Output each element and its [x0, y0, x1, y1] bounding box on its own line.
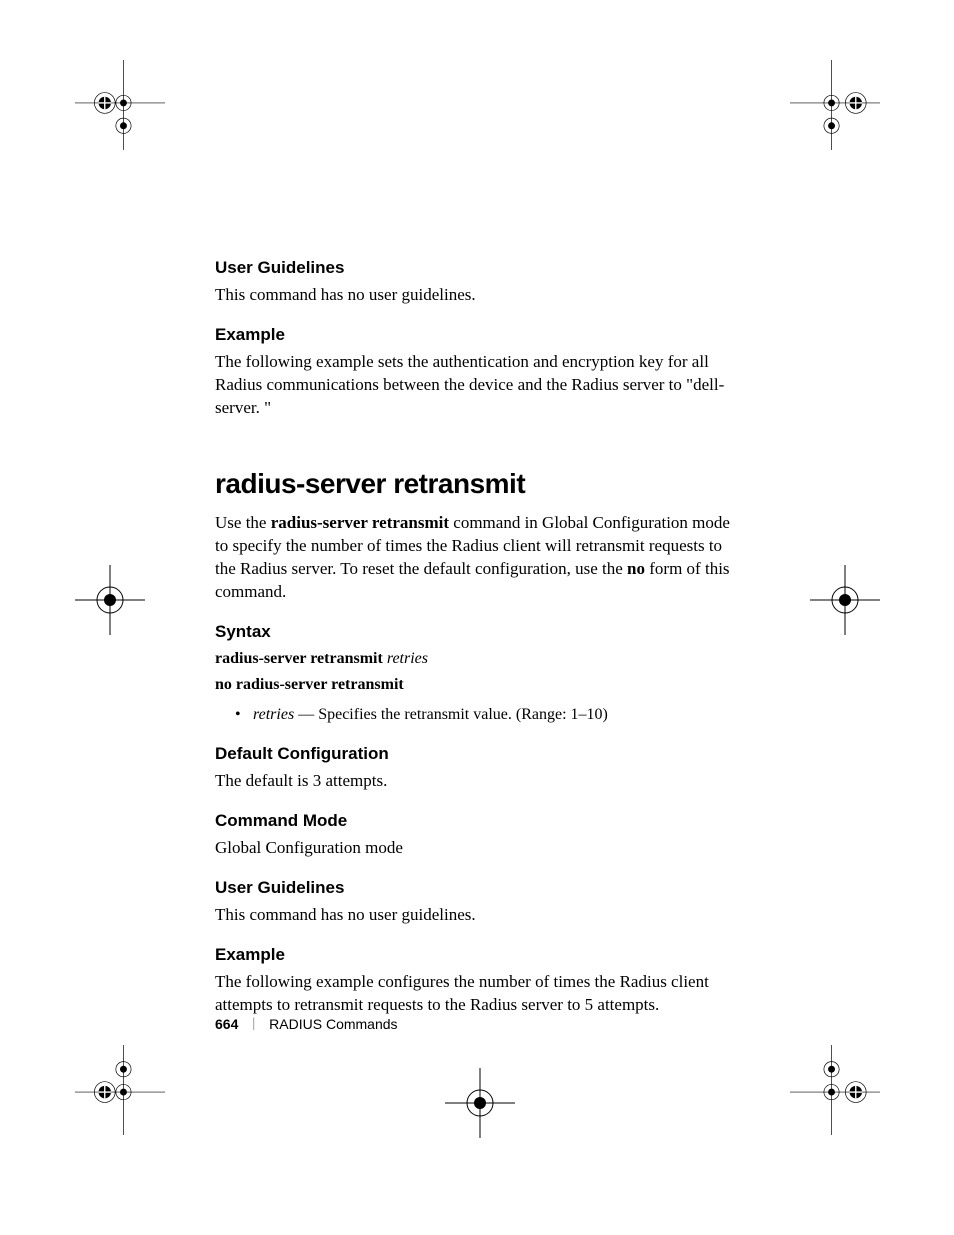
text-user-guidelines-1: This command has no user guidelines. [215, 284, 735, 307]
regmark-top-left [75, 60, 165, 150]
text-user-guidelines-2: This command has no user guidelines. [215, 904, 735, 927]
heading-user-guidelines-1: User Guidelines [215, 258, 735, 278]
heading-syntax: Syntax [215, 622, 735, 642]
intro-command: radius-server retransmit [271, 513, 449, 532]
text-example-2: The following example configures the num… [215, 971, 735, 1017]
heading-user-guidelines-2: User Guidelines [215, 878, 735, 898]
text-default-config: The default is 3 attempts. [215, 770, 735, 793]
regmark-bottom-center [445, 1068, 515, 1138]
regmark-bottom-left [75, 1045, 165, 1135]
regmark-mid-left [75, 565, 145, 635]
heading-example-2: Example [215, 945, 735, 965]
page-footer: 664 | RADIUS Commands [215, 1016, 398, 1032]
syntax-line-2: no radius-server retransmit [215, 674, 735, 696]
footer-section-label: RADIUS Commands [269, 1016, 397, 1032]
regmark-mid-right [810, 565, 880, 635]
syntax-line-1: radius-server retransmit retries [215, 648, 735, 670]
intro-part1: Use the [215, 513, 271, 532]
syntax1-cmd: radius-server retransmit [215, 650, 387, 667]
intro-no: no [627, 559, 645, 578]
regmark-bottom-right [790, 1045, 880, 1135]
text-example-1: The following example sets the authentic… [215, 351, 735, 420]
footer-separator: | [252, 1016, 255, 1032]
page-number: 664 [215, 1016, 238, 1032]
heading-default-config: Default Configuration [215, 744, 735, 764]
syntax1-arg: retries [387, 650, 428, 667]
heading-command-mode: Command Mode [215, 811, 735, 831]
heading-example-1: Example [215, 325, 735, 345]
intro-paragraph: Use the radius-server retransmit command… [215, 512, 735, 604]
regmark-top-right [790, 60, 880, 150]
syntax-bullet: • retries — Specifies the retransmit val… [215, 704, 735, 726]
command-title: radius-server retransmit [215, 468, 735, 500]
bullet-arg: retries [253, 706, 298, 723]
text-command-mode: Global Configuration mode [215, 837, 735, 860]
page-content: User Guidelines This command has no user… [215, 258, 735, 1017]
bullet-desc: — Specifies the retransmit value. (Range… [298, 706, 608, 723]
bullet-icon: • [235, 704, 253, 726]
